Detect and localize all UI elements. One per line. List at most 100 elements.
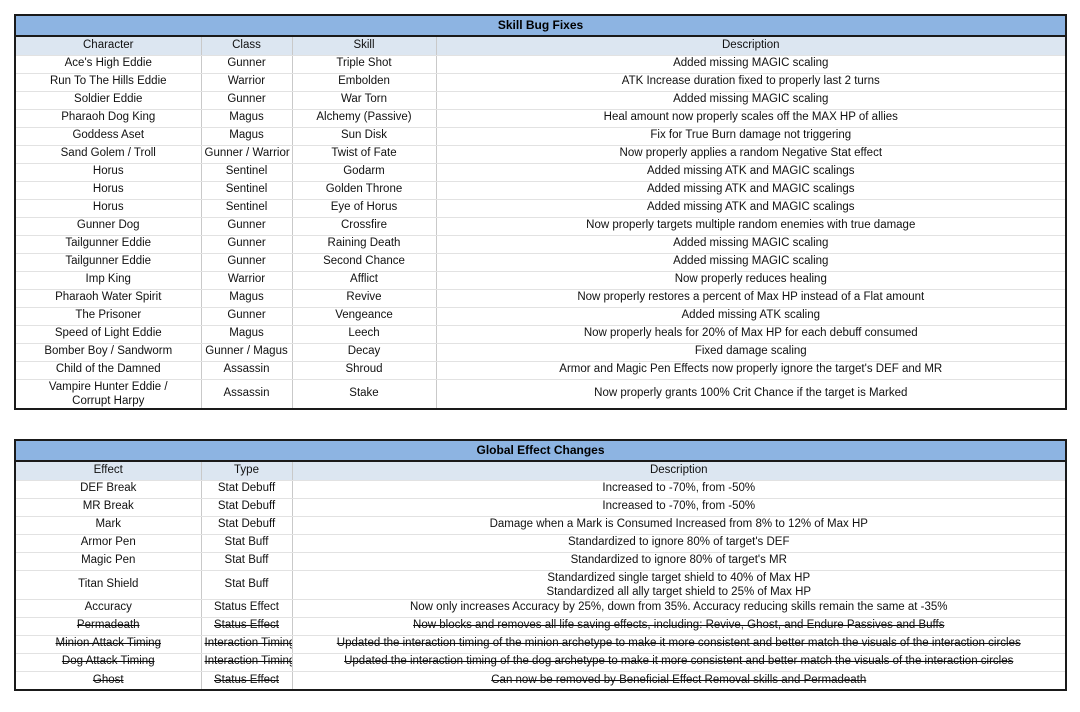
- cell-class: Assassin: [201, 361, 293, 380]
- cell-description: Fixed damage scaling: [436, 343, 1066, 362]
- cell-description: Added missing MAGIC scaling: [436, 91, 1066, 110]
- cell-type: Stat Debuff: [201, 480, 293, 499]
- cell-skill: Second Chance: [292, 253, 437, 272]
- cell-line: Standardized single target shield to 40%…: [547, 571, 811, 584]
- cell-description: Now properly grants 100% Crit Chance if …: [594, 386, 908, 399]
- cell-skill: War Torn: [292, 91, 437, 110]
- cell-effect: DEF Break: [16, 480, 202, 499]
- cell-character: Tailgunner Eddie: [16, 235, 202, 254]
- cell-description: Added missing ATK scaling: [436, 307, 1066, 326]
- cell-class: Magus: [201, 127, 293, 146]
- cell-character: The Prisoner: [16, 307, 202, 326]
- cell-skill: Golden Throne: [292, 181, 437, 200]
- table-row[interactable]: Vampire Hunter Eddie / Corrupt Harpy Assas…: [16, 379, 1065, 408]
- cell-description: Armor and Magic Pen Effects now properly…: [436, 361, 1066, 380]
- cell-class: Gunner: [201, 235, 293, 254]
- cell-skill: Godarm: [292, 163, 437, 182]
- skill-bug-fixes-title-row: Skill Bug Fixes: [16, 16, 1066, 37]
- global-effect-changes-head: Global Effect Changes Effect Type Descri…: [16, 441, 1066, 481]
- table-row[interactable]: DEF Break Stat Debuff Increased to -70%, f…: [16, 480, 1066, 499]
- table-row[interactable]: Mark Stat Debuff Damage when a Mark is Con…: [16, 516, 1066, 535]
- cell-effect: Ghost: [16, 671, 202, 690]
- cell-line: Vampire Hunter Eddie /: [48, 380, 168, 393]
- column-header-effect[interactable]: Effect: [16, 461, 202, 481]
- global-effect-changes-title-row: Global Effect Changes: [16, 441, 1066, 462]
- cell-type: Stat Debuff: [201, 516, 293, 535]
- table-row[interactable]: Accuracy Status Effect Now only increases …: [16, 599, 1066, 618]
- cell-skill: Decay: [292, 343, 437, 362]
- cell-type: Interaction Timing: [201, 635, 293, 654]
- column-header-type[interactable]: Type: [201, 461, 293, 481]
- cell-description: Updated the interaction timing of the mi…: [292, 635, 1066, 654]
- table-row[interactable]: Magic Pen Stat Buff Standardized to ignore…: [16, 552, 1066, 571]
- cell-character: Pharaoh Dog King: [16, 109, 202, 128]
- cell-class: Warrior: [201, 73, 293, 92]
- table-row[interactable]: Titan Shield Stat Buff Standardized single…: [16, 570, 1066, 600]
- cell-character: Horus: [16, 163, 202, 182]
- table-row[interactable]: Tailgunner Eddie Gunner Raining Death Added…: [16, 235, 1066, 254]
- cell-class: Sentinel: [201, 199, 293, 218]
- table-row[interactable]: Minion Attack Timing Interaction Timing Up…: [16, 635, 1066, 654]
- cell-type: Stat Debuff: [201, 498, 293, 517]
- table-row[interactable]: Ghost Status Effect Can now be removed by …: [16, 671, 1065, 690]
- table-row[interactable]: Tailgunner Eddie Gunner Second Chance Added…: [16, 253, 1066, 272]
- cell-type: Interaction Timing: [201, 653, 293, 672]
- cell-skill: Crossfire: [292, 217, 437, 236]
- table-row[interactable]: Horus Sentinel Godarm Added missing ATK and…: [16, 163, 1066, 182]
- skill-bug-fixes-body: Ace's High Eddie Gunner Triple Shot Added m…: [16, 55, 1066, 408]
- global-effect-changes-column-header-row: Effect Type Description: [16, 461, 1066, 481]
- cell-skill: Shroud: [292, 361, 437, 380]
- table-row[interactable]: Horus Sentinel Eye of Horus Added missing A…: [16, 199, 1066, 218]
- cell-description: Can now be removed by Beneficial Effect …: [491, 673, 867, 686]
- cell-character: Run To The Hills Eddie: [16, 73, 202, 92]
- column-header-description[interactable]: Description: [436, 36, 1066, 56]
- cell-class: Magus: [201, 109, 293, 128]
- cell-class: Magus: [201, 325, 293, 344]
- cell-class: Gunner / Warrior: [201, 145, 293, 164]
- table-row[interactable]: The Prisoner Gunner Vengeance Added missing…: [16, 307, 1066, 326]
- table-row[interactable]: Goddess Aset Magus Sun Disk Fix for True Bu…: [16, 127, 1066, 146]
- cell-class: Gunner: [201, 307, 293, 326]
- cell-description: Standardized to ignore 80% of target's M…: [292, 552, 1066, 571]
- cell-skill: Afflict: [292, 271, 437, 290]
- table-row[interactable]: Horus Sentinel Golden Throne Added missing …: [16, 181, 1066, 200]
- table-row[interactable]: Pharaoh Water Spirit Magus Revive Now prope…: [16, 289, 1066, 308]
- column-header-skill[interactable]: Skill: [292, 36, 437, 56]
- table-row[interactable]: Run To The Hills Eddie Warrior Embolden ATK…: [16, 73, 1066, 92]
- cell-character: Soldier Eddie: [16, 91, 202, 110]
- table-row[interactable]: Permadeath Status Effect Now blocks and re…: [16, 617, 1066, 636]
- column-header-character[interactable]: Character: [16, 36, 202, 56]
- table-row[interactable]: Soldier Eddie Gunner War Torn Added missing…: [16, 91, 1066, 110]
- cell-character: Child of the Damned: [16, 361, 202, 380]
- table-row[interactable]: Imp King Warrior Afflict Now properly reduc…: [16, 271, 1066, 290]
- cell-skill: Revive: [292, 289, 437, 308]
- table-row[interactable]: Armor Pen Stat Buff Standardized to ignore…: [16, 534, 1066, 553]
- column-header-class[interactable]: Class: [201, 36, 293, 56]
- cell-description: Increased to -70%, from -50%: [292, 498, 1066, 517]
- cell-character: Horus: [16, 181, 202, 200]
- cell-description: Updated the interaction timing of the do…: [292, 653, 1066, 672]
- cell-class: Sentinel: [201, 181, 293, 200]
- table-row[interactable]: Speed of Light Eddie Magus Leech Now proper…: [16, 325, 1066, 344]
- table-row[interactable]: Ace's High Eddie Gunner Triple Shot Added m…: [16, 55, 1066, 74]
- cell-skill: Triple Shot: [292, 55, 437, 74]
- global-effect-changes-body: DEF Break Stat Debuff Increased to -70%, f…: [16, 480, 1066, 690]
- skill-bug-fixes-column-header-row: Character Class Skill Description: [16, 36, 1066, 56]
- table-row[interactable]: Pharaoh Dog King Magus Alchemy (Passive) He…: [16, 109, 1066, 128]
- cell-skill: Twist of Fate: [292, 145, 437, 164]
- cell-character: Horus: [16, 199, 202, 218]
- cell-skill: Stake: [292, 379, 437, 408]
- table-row[interactable]: Sand Golem / Troll Gunner / Warrior Twist …: [16, 145, 1066, 164]
- table-row[interactable]: MR Break Stat Debuff Increased to -70%, fr…: [16, 498, 1066, 517]
- cell-skill: Raining Death: [292, 235, 437, 254]
- cell-description: Now properly targets multiple random ene…: [436, 217, 1066, 236]
- column-header-description[interactable]: Description: [292, 461, 1066, 481]
- table-row[interactable]: Dog Attack Timing Interaction Timing Updat…: [16, 653, 1066, 672]
- table-row[interactable]: Bomber Boy / Sandworm Gunner / Magus Decay…: [16, 343, 1066, 362]
- cell-effect: Dog Attack Timing: [16, 653, 202, 672]
- table-row[interactable]: Gunner Dog Gunner Crossfire Now properly ta…: [16, 217, 1066, 236]
- cell-line: Standardized all ally target shield to 2…: [546, 585, 812, 598]
- skill-bug-fixes-grid: Skill Bug Fixes Character Class Skill De…: [16, 16, 1066, 408]
- cell-skill: Eye of Horus: [292, 199, 437, 218]
- table-row[interactable]: Child of the Damned Assassin Shroud Armor a…: [16, 361, 1066, 380]
